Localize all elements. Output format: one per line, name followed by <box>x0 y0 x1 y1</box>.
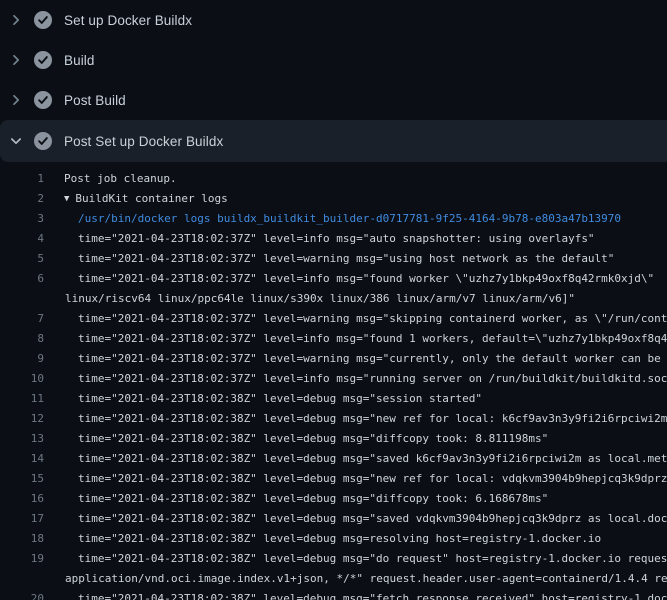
line-number[interactable]: 5 <box>0 249 44 269</box>
chevron-right-icon[interactable] <box>8 12 24 28</box>
line-number[interactable]: 12 <box>0 409 44 429</box>
log-line: 8 time="2021-04-23T18:02:37Z" level=info … <box>0 329 667 349</box>
log-line: 9 time="2021-04-23T18:02:37Z" level=warni… <box>0 349 667 369</box>
line-number[interactable]: 4 <box>0 229 44 249</box>
log-text: time="2021-04-23T18:02:38Z" level=debug … <box>78 452 667 465</box>
line-number[interactable]: 11 <box>0 389 44 409</box>
log-line: linux/riscv64 linux/ppc64le linux/s390x … <box>0 289 667 309</box>
log-text: application/vnd.oci.image.index.v1+json,… <box>65 572 667 585</box>
step-title: Post Build <box>64 93 126 108</box>
log-text: time="2021-04-23T18:02:38Z" level=debug … <box>78 552 667 565</box>
line-number[interactable]: 6 <box>0 269 44 289</box>
chevron-down-icon[interactable] <box>8 133 24 149</box>
step-list: Set up Docker Buildx Build Post Build Post … <box>0 0 667 162</box>
step-title: Set up Docker Buildx <box>64 13 192 28</box>
check-circle-icon <box>34 11 52 29</box>
check-circle-icon <box>34 51 52 69</box>
log-text: time="2021-04-23T18:02:38Z" level=debug … <box>78 472 667 485</box>
step-row-set-up-docker-buildx[interactable]: Set up Docker Buildx <box>0 0 667 40</box>
log-line: 2 ▼ BuildKit container logs <box>0 189 667 209</box>
step-title: Build <box>64 53 95 68</box>
log-line: 7 time="2021-04-23T18:02:37Z" level=warni… <box>0 309 667 329</box>
line-number[interactable]: 10 <box>0 369 44 389</box>
log-text: time="2021-04-23T18:02:38Z" level=debug … <box>78 512 667 525</box>
log-area: 1 Post job cleanup. 2 ▼ BuildKit container l… <box>0 162 667 600</box>
log-text: time="2021-04-23T18:02:38Z" level=debug … <box>78 412 667 425</box>
chevron-right-icon[interactable] <box>8 92 24 108</box>
log-text: time="2021-04-23T18:02:37Z" level=warnin… <box>78 252 614 265</box>
check-circle-icon <box>34 132 52 150</box>
log-text: linux/riscv64 linux/ppc64le linux/s390x … <box>65 292 575 305</box>
log-line: 11 time="2021-04-23T18:02:38Z" level=debu… <box>0 389 667 409</box>
line-number[interactable]: 16 <box>0 489 44 509</box>
group-caret-icon[interactable]: ▼ <box>64 194 69 204</box>
command-text: /usr/bin/docker logs buildx_buildkit_bui… <box>78 212 621 225</box>
log-text: time="2021-04-23T18:02:37Z" level=warnin… <box>78 312 667 325</box>
log-line: 6 time="2021-04-23T18:02:37Z" level=info … <box>0 269 667 289</box>
line-number[interactable]: 20 <box>0 589 44 600</box>
log-line: 16 time="2021-04-23T18:02:38Z" level=debu… <box>0 489 667 509</box>
log-text: time="2021-04-23T18:02:38Z" level=debug … <box>78 532 601 545</box>
log-text: Post job cleanup. <box>64 172 177 185</box>
line-number[interactable]: 14 <box>0 449 44 469</box>
line-number[interactable]: 1 <box>0 169 44 189</box>
log-text: time="2021-04-23T18:02:37Z" level=info m… <box>78 232 595 245</box>
log-text: time="2021-04-23T18:02:37Z" level=info m… <box>78 272 654 285</box>
log-line: 3/usr/bin/docker logs buildx_buildkit_bu… <box>0 209 667 229</box>
check-circle-icon <box>34 91 52 109</box>
group-label[interactable]: BuildKit container logs <box>75 192 227 205</box>
log-line: 10 time="2021-04-23T18:02:37Z" level=info… <box>0 369 667 389</box>
step-title: Post Set up Docker Buildx <box>64 134 223 149</box>
step-row-post-build[interactable]: Post Build <box>0 80 667 120</box>
step-row-post-set-up-docker-buildx[interactable]: Post Set up Docker Buildx <box>0 120 667 162</box>
log-text: time="2021-04-23T18:02:37Z" level=info m… <box>78 332 667 345</box>
log-line: application/vnd.oci.image.index.v1+json,… <box>0 569 667 589</box>
line-number[interactable]: 15 <box>0 469 44 489</box>
line-number[interactable]: 3 <box>0 209 44 229</box>
log-line: 4 time="2021-04-23T18:02:37Z" level=info … <box>0 229 667 249</box>
log-line: 14 time="2021-04-23T18:02:38Z" level=debu… <box>0 449 667 469</box>
line-number[interactable]: 19 <box>0 549 44 569</box>
chevron-right-icon[interactable] <box>8 52 24 68</box>
log-line: 19 time="2021-04-23T18:02:38Z" level=debu… <box>0 549 667 569</box>
line-number[interactable]: 2 <box>0 189 44 209</box>
line-number[interactable]: 8 <box>0 329 44 349</box>
log-text: time="2021-04-23T18:02:37Z" level=warnin… <box>78 352 667 365</box>
log-text: time="2021-04-23T18:02:37Z" level=info m… <box>78 372 667 385</box>
log-line: 13 time="2021-04-23T18:02:38Z" level=debu… <box>0 429 667 449</box>
log-line: 15 time="2021-04-23T18:02:38Z" level=debu… <box>0 469 667 489</box>
log-text: time="2021-04-23T18:02:38Z" level=debug … <box>78 392 482 405</box>
log-line: 1 Post job cleanup. <box>0 169 667 189</box>
line-number[interactable]: 9 <box>0 349 44 369</box>
line-number[interactable]: 18 <box>0 529 44 549</box>
line-number[interactable]: 13 <box>0 429 44 449</box>
actions-log-viewer: Set up Docker Buildx Build Post Build Post … <box>0 0 667 600</box>
log-line: 18 time="2021-04-23T18:02:38Z" level=debu… <box>0 529 667 549</box>
log-line: 5 time="2021-04-23T18:02:37Z" level=warni… <box>0 249 667 269</box>
log-line: 12 time="2021-04-23T18:02:38Z" level=debu… <box>0 409 667 429</box>
log-text: time="2021-04-23T18:02:38Z" level=debug … <box>78 432 548 445</box>
step-row-build[interactable]: Build <box>0 40 667 80</box>
log-line: 20 time="2021-04-23T18:02:38Z" level=debu… <box>0 589 667 600</box>
line-number[interactable]: 17 <box>0 509 44 529</box>
line-number[interactable]: 7 <box>0 309 44 329</box>
log-line: 17 time="2021-04-23T18:02:38Z" level=debu… <box>0 509 667 529</box>
log-text: time="2021-04-23T18:02:38Z" level=debug … <box>78 592 667 600</box>
log-text: time="2021-04-23T18:02:38Z" level=debug … <box>78 492 548 505</box>
